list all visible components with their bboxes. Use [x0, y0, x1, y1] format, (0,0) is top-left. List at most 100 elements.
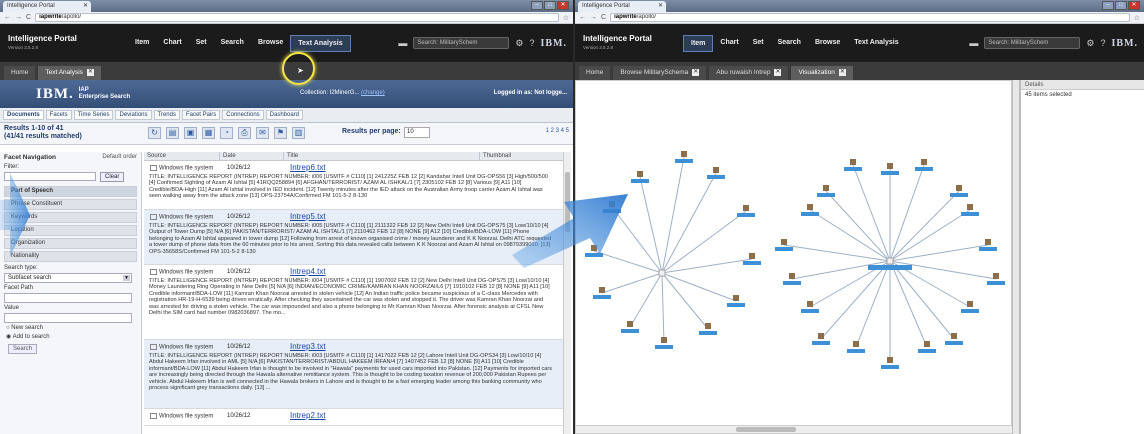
nav-item[interactable]: Item: [128, 35, 156, 52]
preferences-icon[interactable]: ▥: [292, 127, 305, 139]
radio-new-search[interactable]: ○ New search: [0, 324, 141, 332]
brand[interactable]: Intelligence Portal Version 3.5.2.8: [583, 34, 673, 52]
entity-node-icon[interactable]: [993, 273, 999, 279]
entity-node-icon[interactable]: [627, 321, 633, 327]
entity-node-icon[interactable]: [713, 167, 719, 173]
nav-set[interactable]: Set: [189, 35, 214, 52]
refresh-icon[interactable]: ↻: [148, 127, 161, 139]
entity-node-icon[interactable]: [681, 151, 687, 157]
network-graph[interactable]: [576, 81, 1013, 427]
reload-icon[interactable]: C: [26, 14, 31, 21]
nav-search[interactable]: Search: [771, 35, 808, 52]
entity-node-label[interactable]: [621, 329, 639, 333]
tab-close-icon[interactable]: ✕: [86, 69, 94, 76]
header-search-input[interactable]: Search: MilitarySchem: [413, 37, 510, 49]
entity-node-icon[interactable]: [951, 333, 957, 339]
results-scrollbar[interactable]: [563, 152, 571, 434]
tab-facets[interactable]: Facets: [45, 110, 72, 120]
entity-node-icon[interactable]: [850, 159, 856, 165]
result-title-link[interactable]: Intrep2.txt: [290, 411, 326, 420]
entity-node-label[interactable]: [743, 261, 761, 265]
keyboard-icon[interactable]: ▬: [398, 38, 407, 48]
scroll-thumb[interactable]: [736, 427, 796, 432]
entity-node-label[interactable]: [918, 349, 936, 353]
print-icon[interactable]: ⎙: [238, 127, 251, 139]
facet-item[interactable]: Phrase Constituent: [4, 199, 137, 210]
entity-node-icon[interactable]: [661, 337, 667, 343]
export-icon[interactable]: ▤: [166, 127, 179, 139]
tab-time-series[interactable]: Time Series: [73, 110, 114, 120]
graph-hub-node[interactable]: [658, 269, 666, 277]
panel-splitter[interactable]: [1012, 80, 1020, 434]
entity-node-icon[interactable]: [853, 341, 859, 347]
help-icon[interactable]: ?: [1100, 38, 1105, 48]
facet-item[interactable]: Nationality: [4, 251, 137, 262]
nav-item[interactable]: Item: [683, 34, 714, 52]
maximize-icon[interactable]: □: [544, 1, 556, 10]
entity-node-icon[interactable]: [807, 204, 813, 210]
result-title-link[interactable]: Intrep3.txt: [290, 342, 326, 351]
nav-text-analysis[interactable]: Text Analysis: [290, 34, 351, 52]
tab-deviations[interactable]: Deviations: [115, 110, 152, 120]
window-close-icon[interactable]: ✕: [557, 1, 569, 10]
tab-dashboard[interactable]: Dashboard: [265, 110, 304, 120]
central-node-label[interactable]: [868, 265, 912, 270]
entity-node-label[interactable]: [737, 213, 755, 217]
entity-node-icon[interactable]: [985, 239, 991, 245]
result-row[interactable]: Windows file system 10/26/12 Intrep4.txt T…: [144, 265, 571, 340]
entity-node-icon[interactable]: [733, 295, 739, 301]
result-row[interactable]: Windows file system 10/26/12 Intrep5.txt T…: [144, 210, 571, 265]
result-row[interactable]: Windows file system 10/26/12 Intrep2.txt: [144, 409, 571, 426]
entity-node-icon[interactable]: [591, 245, 597, 251]
forward-icon[interactable]: →: [590, 14, 597, 21]
tab-close-icon[interactable]: ✕: [774, 69, 782, 76]
nav-chart[interactable]: Chart: [713, 35, 745, 52]
entity-node-icon[interactable]: [781, 239, 787, 245]
nav-text-analysis[interactable]: Text Analysis: [847, 35, 905, 52]
entity-node-icon[interactable]: [705, 323, 711, 329]
graph-hub-node[interactable]: [886, 257, 894, 265]
reload-icon[interactable]: C: [601, 14, 606, 21]
facet-item[interactable]: Organization: [4, 238, 137, 249]
entity-node-label[interactable]: [707, 175, 725, 179]
entity-node-label[interactable]: [801, 309, 819, 313]
pagination[interactable]: 1 2 3 4 5: [546, 128, 569, 134]
entity-node-label[interactable]: [775, 247, 793, 251]
results-per-page-select[interactable]: 10: [404, 127, 430, 138]
tab-home[interactable]: Home: [4, 66, 36, 80]
entity-node-label[interactable]: [915, 167, 933, 171]
entity-node-icon[interactable]: [599, 287, 605, 293]
tab-text-analysis[interactable]: Text Analysis ✕: [38, 66, 101, 80]
entity-node-label[interactable]: [979, 247, 997, 251]
nav-browse[interactable]: Browse: [808, 35, 847, 52]
tab-close-icon[interactable]: ✕: [692, 69, 700, 76]
entity-node-label[interactable]: [961, 212, 979, 216]
col-source[interactable]: Source: [144, 152, 220, 160]
entity-node-label[interactable]: [961, 309, 979, 313]
entity-node-icon[interactable]: [921, 159, 927, 165]
tab-documents[interactable]: Documents: [3, 110, 44, 120]
collection-change-link[interactable]: (change): [361, 90, 385, 96]
col-date[interactable]: Date: [220, 152, 284, 160]
entity-node-label[interactable]: [783, 281, 801, 285]
entity-node-label[interactable]: [603, 209, 621, 213]
star-icon[interactable]: ☆: [563, 14, 569, 22]
entity-node-icon[interactable]: [967, 301, 973, 307]
back-icon[interactable]: ←: [579, 14, 586, 21]
value-input[interactable]: [4, 313, 132, 323]
save-as-icon[interactable]: ▦: [202, 127, 215, 139]
entity-node-label[interactable]: [727, 303, 745, 307]
entity-node-icon[interactable]: [924, 341, 930, 347]
graph-horizontal-scrollbar[interactable]: [576, 425, 1013, 433]
gear-icon[interactable]: ⚙: [1086, 38, 1094, 49]
entity-node-label[interactable]: [950, 193, 968, 197]
entity-node-label[interactable]: [844, 167, 862, 171]
close-icon[interactable]: ✕: [83, 2, 88, 9]
tab-visualization[interactable]: Visualization ✕: [791, 66, 853, 80]
gear-icon[interactable]: ⚙: [515, 38, 523, 49]
clear-button[interactable]: Clear: [100, 172, 125, 182]
browser-tab[interactable]: Intelligence Portal ✕: [578, 1, 666, 12]
entity-node-label[interactable]: [655, 345, 673, 349]
tab-browse-militaryschema[interactable]: Browse MilitarySchema ✕: [613, 66, 707, 80]
keyboard-icon[interactable]: ▬: [969, 38, 978, 48]
